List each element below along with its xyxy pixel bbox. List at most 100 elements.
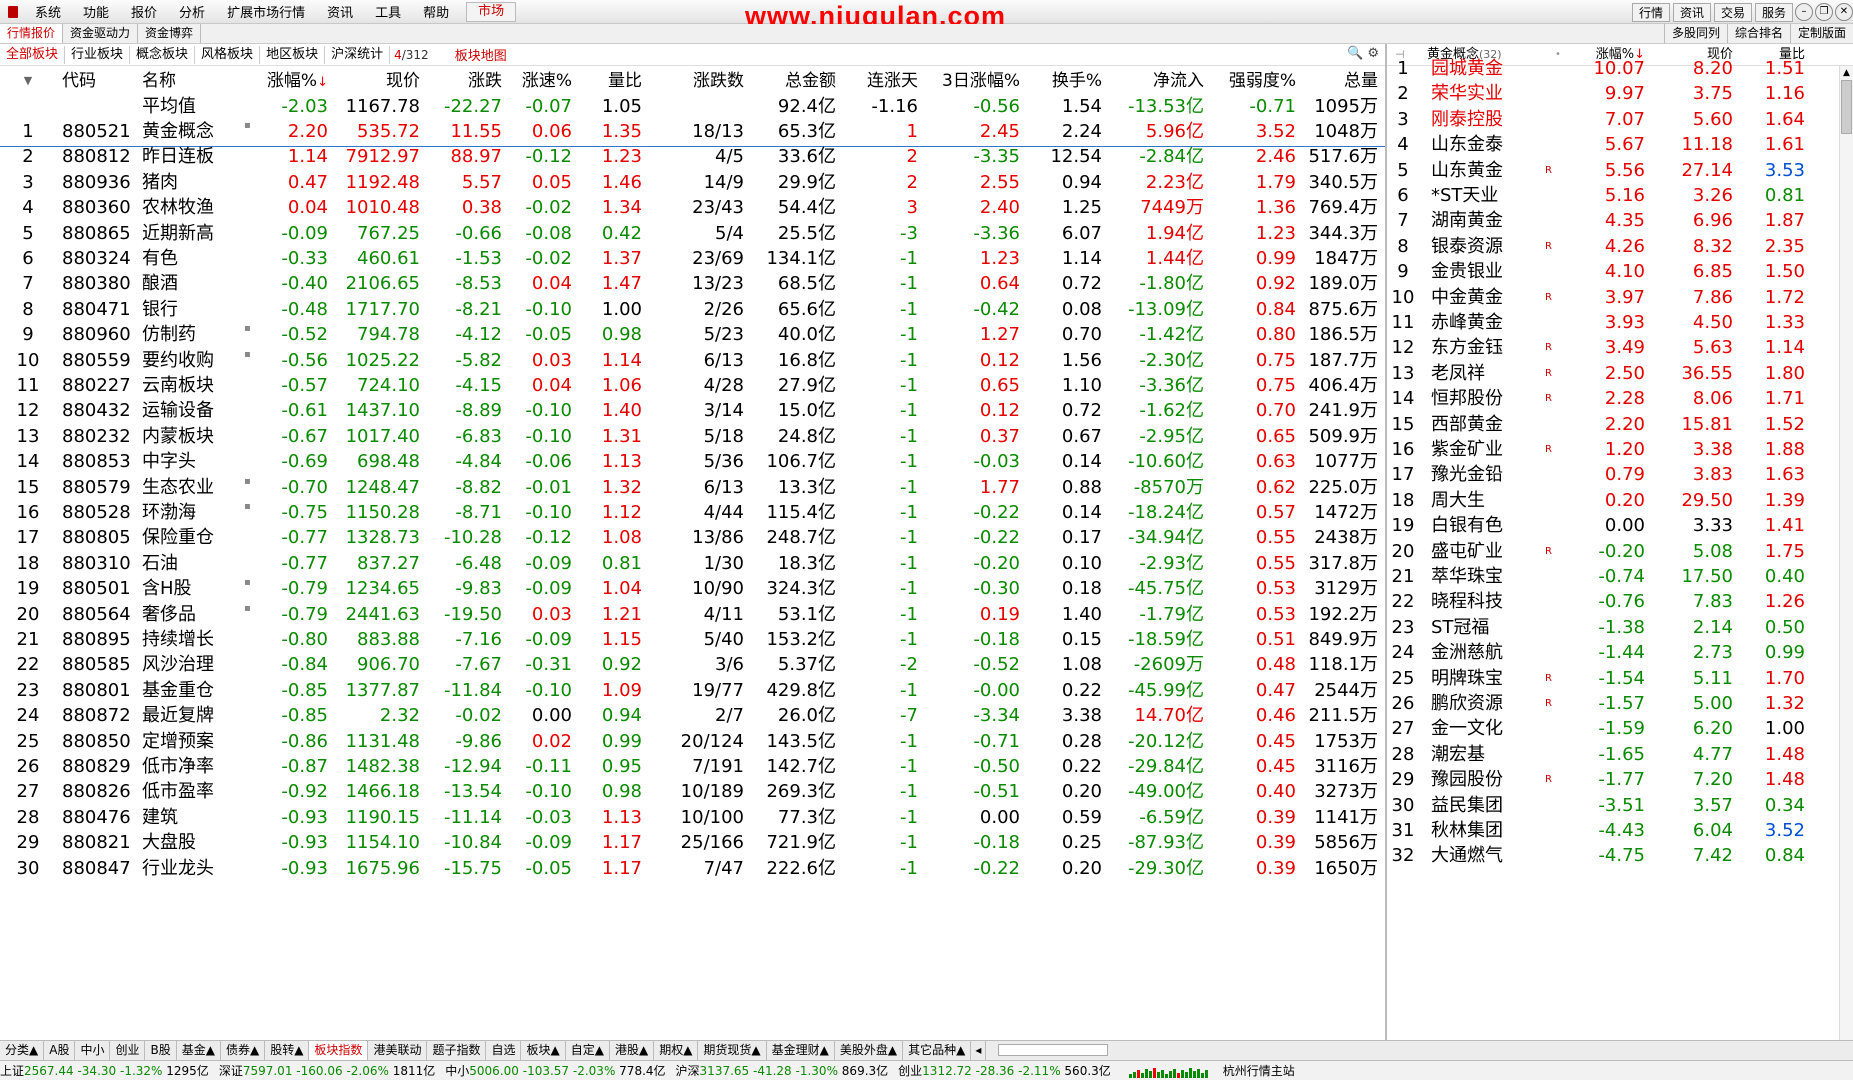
category-tab[interactable]: 自选 — [486, 1041, 522, 1060]
tab-ranking[interactable]: 综合排名 — [1726, 24, 1790, 43]
index-amount: 869.3亿 — [841, 1064, 889, 1078]
menu-info[interactable]: 资讯 — [316, 2, 364, 21]
index-name: 创业 — [898, 1064, 923, 1078]
category-tab[interactable]: 港股▲ — [610, 1041, 655, 1060]
sector-tab-all[interactable]: 全部板块 — [0, 45, 66, 64]
category-tab-list: 分类▲ A股 中小 创业 B股 基金▲ 债券▲ 股转▲ 板块指数 港美联动 题子指数 自选 板块▲ 自定▲… — [0, 1041, 972, 1060]
sector-map-link[interactable]: 板块地图 — [455, 45, 507, 64]
minimize-icon[interactable]: – — [1795, 3, 1813, 21]
row-speed: -0.05 — [525, 857, 572, 879]
index-name: 中小 — [445, 1064, 470, 1078]
index-pct: -2.06% — [346, 1064, 389, 1078]
sector-tab-region[interactable]: 地区板块 — [260, 45, 326, 64]
index-pct: -1.30% — [795, 1064, 838, 1078]
index-ticker[interactable]: 中小5006.00 -103.57 -2.03% 778.4亿 — [445, 1062, 665, 1079]
menu-function[interactable]: 功能 — [72, 2, 120, 21]
category-tab[interactable]: 板块▲ — [521, 1041, 566, 1060]
row-3d-pct: -0.22 — [973, 857, 1020, 879]
category-tab[interactable]: A股 — [44, 1041, 76, 1060]
horizontal-scrollbar[interactable] — [986, 1041, 1806, 1060]
category-tab[interactable]: 基金▲ — [177, 1041, 221, 1060]
row-pct: -0.93 — [281, 857, 328, 879]
index-name: 深证 — [218, 1064, 243, 1078]
menu-tools[interactable]: 工具 — [364, 2, 412, 21]
menu-help[interactable]: 帮助 — [412, 2, 460, 21]
trade-button[interactable]: 交易 — [1713, 2, 1752, 22]
row-vol-ratio: 1.17 — [601, 857, 642, 879]
constituent-index: 32 — [1391, 845, 1415, 867]
constituents-panel: ⊣ 黄金概念(32) • 涨幅%↓ 现价 量比 1 园城黄金 10.07 8.20 1.… — [1385, 44, 1853, 1040]
row-turnover: 0.20 — [1061, 857, 1102, 879]
category-tab[interactable]: B股 — [145, 1041, 177, 1060]
panel-scrollbar[interactable]: ▲ — [1839, 66, 1853, 1040]
sector-filter-bar: 全部板块 行业板块 概念板块 风格板块 地区板块 沪深统计 4/312 板块地图… — [0, 44, 1385, 66]
close-icon[interactable]: ✕ — [1835, 3, 1853, 21]
index-change: -34.30 — [77, 1064, 117, 1078]
index-ticker[interactable]: 深证7597.01 -160.06 -2.06% 1811亿 — [219, 1062, 435, 1079]
index-amount: 560.3亿 — [1064, 1064, 1111, 1078]
constituent-name: 大通燃气 — [1431, 845, 1503, 867]
index-ticker[interactable]: 沪深3137.65 -41.28 -1.30% 869.3亿 — [676, 1062, 889, 1079]
tab-quotes[interactable]: 行情报价 — [0, 24, 64, 43]
sector-count: 4/312 — [394, 47, 429, 62]
info-button[interactable]: 资讯 — [1672, 2, 1711, 22]
category-tab[interactable]: 中小 — [75, 1041, 111, 1060]
menu-system[interactable]: 系统 — [24, 2, 72, 21]
category-tab[interactable]: 基金理财▲ — [767, 1041, 835, 1060]
menu-ext-market[interactable]: 扩展市场行情 — [216, 2, 316, 21]
category-tab[interactable]: 题子指数 — [427, 1041, 487, 1060]
category-tab[interactable]: 自定▲ — [566, 1041, 610, 1060]
tab-custom-layout[interactable]: 定制版面 — [1789, 24, 1853, 43]
category-tab[interactable]: 债券▲ — [221, 1041, 266, 1060]
menu-analysis[interactable]: 分析 — [168, 2, 216, 21]
tab-fund-game[interactable]: 资金博弈 — [138, 24, 202, 43]
constituent-price: 7.42 — [1692, 845, 1733, 867]
server-name[interactable]: 杭州行情主站 — [1223, 1062, 1295, 1079]
tab-multi-stock[interactable]: 多股同列 — [1663, 24, 1727, 43]
quote-button[interactable]: 行情 — [1631, 2, 1670, 22]
category-tab[interactable]: 期货现货▲ — [698, 1041, 767, 1060]
sector-tab-concept[interactable]: 概念板块 — [130, 45, 196, 64]
tab-fund-drive[interactable]: 资金驱动力 — [63, 24, 139, 43]
category-tab[interactable]: 创业 — [110, 1041, 146, 1060]
index-tickers: 上证2567.44 -34.30 -1.32% 1295亿 深证7597.01 -… — [0, 1062, 1121, 1079]
category-tab[interactable]: 其它品种▲ — [903, 1041, 972, 1060]
row-volume: 1650万 — [1314, 857, 1378, 879]
category-tab[interactable]: 板块指数 — [309, 1041, 369, 1060]
constituent-pct: -4.75 — [1598, 845, 1645, 867]
index-amount: 1295亿 — [166, 1064, 209, 1078]
sector-tab-stats[interactable]: 沪深统计 — [325, 45, 391, 64]
signal-bars-icon — [1128, 1064, 1209, 1078]
index-amount: 778.4亿 — [619, 1064, 666, 1078]
sector-table: ▼ 代码 名称 涨幅%↓ 现价 涨跌 涨速% 量比 涨跌数 总金额 连涨天 3日… — [0, 66, 1385, 1040]
search-gear-icon[interactable]: 🔍 ⚙ — [1347, 46, 1379, 61]
index-ticker[interactable]: 创业1312.72 -28.36 -2.11% 560.3亿 — [898, 1062, 1111, 1079]
category-tab[interactable]: 美股外盘▲ — [835, 1041, 904, 1060]
hscroll-thumb[interactable] — [998, 1044, 1109, 1056]
tab-scroll-left-icon[interactable]: ◂ — [971, 1041, 987, 1060]
sector-tab-industry[interactable]: 行业板块 — [65, 45, 131, 64]
index-ticker[interactable]: 上证2567.44 -34.30 -1.32% 1295亿 — [0, 1062, 209, 1079]
index-value: 5006.00 — [469, 1064, 519, 1078]
scroll-up-icon[interactable]: ▲ — [1840, 66, 1853, 80]
menu-quote[interactable]: 报价 — [120, 2, 168, 21]
constituent-row[interactable]: 32 大通燃气 -4.75 7.42 0.84 — [1387, 841, 1853, 871]
table-row[interactable]: 30 880847 行业龙头 -0.93 1675.96 -15.75 -0.05 1.17 7… — [0, 854, 1385, 884]
constituent-vol-ratio: 0.84 — [1764, 845, 1805, 867]
restore-icon[interactable]: ❐ — [1815, 3, 1833, 21]
scroll-thumb[interactable] — [1841, 80, 1852, 134]
market-button[interactable]: 市场 — [466, 1, 517, 22]
service-button[interactable]: 服务 — [1754, 2, 1793, 22]
index-change: -160.06 — [296, 1064, 343, 1078]
category-tab[interactable]: 股转▲ — [265, 1041, 310, 1060]
category-tab[interactable]: 期权▲ — [654, 1041, 699, 1060]
index-pct: -2.03% — [572, 1064, 616, 1078]
row-chg: -15.75 — [443, 857, 502, 879]
sector-tab-style[interactable]: 风格板块 — [195, 45, 261, 64]
index-value: 2567.44 — [24, 1064, 74, 1078]
app-window: { "menu": { "items": ["系统","功能","报价","分析… — [0, 0, 1853, 1080]
row-name: 行业龙头 — [142, 857, 214, 879]
category-tab[interactable]: 港美联动 — [368, 1041, 428, 1060]
category-tab[interactable]: 分类▲ — [0, 1041, 45, 1060]
menu-bar: 系统 功能 报价 分析 扩展市场行情 资讯 工具 帮助 市场 www.niugu… — [0, 0, 1853, 31]
